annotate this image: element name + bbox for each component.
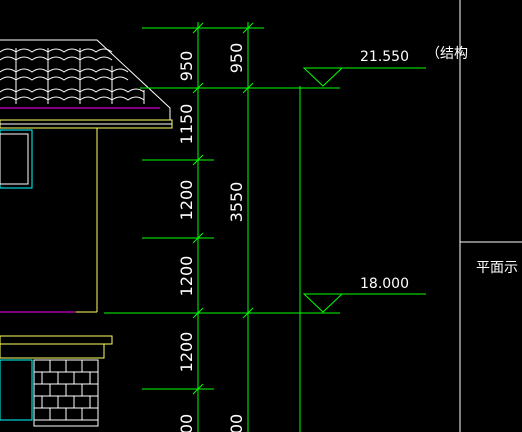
brick-wall [33, 359, 99, 427]
dim-1200-a: 1200 [177, 180, 196, 221]
level-marker-lower: 18.000 [302, 276, 426, 313]
dimension-lines [104, 22, 340, 432]
dim-3550: 3550 [227, 182, 246, 223]
building-elevation [0, 39, 173, 427]
dim-950-right: 950 [227, 43, 246, 74]
roof-tiles [0, 48, 145, 104]
dim-1200-b: 1200 [177, 256, 196, 297]
structure-note: （结构 [426, 46, 468, 62]
plan-note: 平面示 [476, 260, 518, 276]
cad-elevation-drawing: 950 1150 1200 1200 1200 00 950 3550 00 2… [0, 0, 522, 432]
dim-1200-c: 1200 [177, 332, 196, 373]
dim-partial-left: 00 [177, 414, 196, 432]
dim-950-left: 950 [177, 51, 196, 82]
lower-cornice [0, 335, 113, 345]
upper-window [0, 129, 33, 189]
dimension-texts: 950 1150 1200 1200 1200 00 950 3550 00 [177, 43, 246, 432]
lower-window [0, 359, 33, 421]
dim-partial-right: 00 [227, 414, 246, 432]
level-21550: 21.550 [360, 49, 409, 65]
dim-1150: 1150 [177, 104, 196, 145]
level-marker-upper: 21.550 [302, 49, 426, 87]
level-18000: 18.000 [360, 276, 409, 292]
